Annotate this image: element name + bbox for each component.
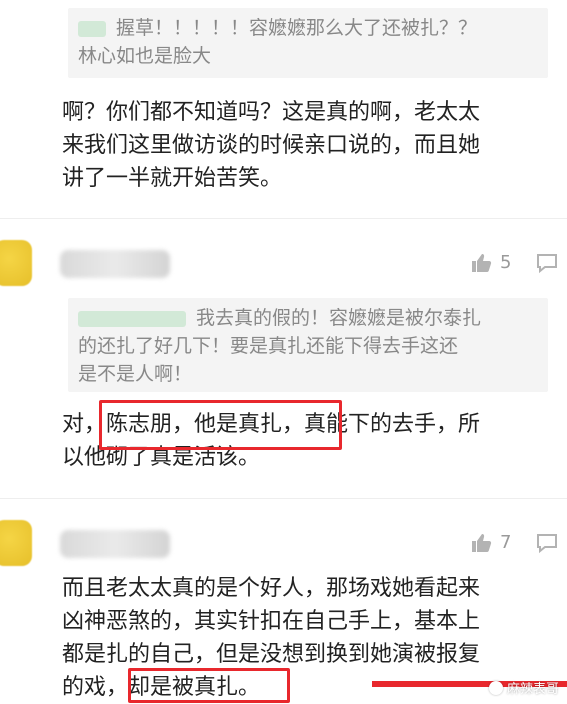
like-button[interactable]: 5 bbox=[470, 252, 511, 273]
quote-text-line-1: 握草！！！！！容嬷嬷那么大了还被扎？？ bbox=[116, 17, 478, 39]
username-blurred[interactable] bbox=[60, 530, 170, 558]
quote-text-line-3: 是不是人啊！ bbox=[78, 363, 193, 385]
quoted-comment-1: 握草！！！！！容嬷嬷那么大了还被扎？？ 林心如也是脸大 bbox=[68, 8, 548, 78]
reply-icon[interactable] bbox=[535, 532, 559, 554]
like-count: 5 bbox=[500, 252, 512, 273]
quoted-username-blurred bbox=[78, 20, 106, 37]
divider bbox=[0, 498, 567, 499]
like-count: 7 bbox=[500, 532, 512, 553]
like-button[interactable]: 7 bbox=[470, 532, 511, 553]
quote-text-line-2: 的还扎了好几下！要是真扎还能下得去手这还 bbox=[78, 335, 459, 357]
watermark-text: 麻辣表哥 bbox=[506, 682, 559, 697]
username-blurred[interactable] bbox=[60, 250, 170, 278]
thumbs-up-icon bbox=[472, 533, 492, 552]
comment-1-line-1: 啊？你们都不知道吗？这是真的啊，老太太 bbox=[62, 100, 481, 125]
comment-1-body: 啊？你们都不知道吗？这是真的啊，老太太 来我们这里做访谈的时候亲口说的，而且她 … bbox=[62, 96, 557, 195]
quote-text-line-1: 我去真的假的！容嬷嬷是被尔泰扎 bbox=[196, 307, 482, 329]
comment-1-line-3: 讲了一半就开始苦笑。 bbox=[62, 166, 283, 191]
watermark: 麻辣表哥 bbox=[488, 678, 559, 697]
quoted-comment-2: 我去真的假的！容嬷嬷是被尔泰扎 的还扎了好几下！要是真扎还能下得去手这还 是不是… bbox=[68, 298, 548, 392]
comment-3-line-3: 都是扎的自己，但是没想到换到她演被报复 bbox=[62, 642, 481, 667]
comment-1-line-2: 来我们这里做访谈的时候亲口说的，而且她 bbox=[62, 133, 481, 158]
wechat-logo-icon bbox=[488, 680, 503, 695]
body-prefix: 的戏， bbox=[62, 675, 129, 700]
quoted-username-blurred bbox=[78, 310, 186, 327]
comment-3-line-2: 凶神恶煞的，其实针扣在自己手上，基本上 bbox=[62, 609, 481, 634]
quote-text-line-2: 林心如也是脸大 bbox=[78, 45, 212, 67]
avatar[interactable] bbox=[0, 520, 32, 566]
comment-3-line-1: 而且老太太真的是个好人，那场戏她看起来 bbox=[62, 576, 481, 601]
thumbs-up-icon bbox=[472, 253, 492, 272]
divider bbox=[0, 218, 567, 219]
red-highlight-box bbox=[99, 400, 342, 450]
reply-icon[interactable] bbox=[535, 252, 559, 274]
avatar[interactable] bbox=[0, 240, 32, 286]
red-highlight-box bbox=[128, 668, 290, 703]
